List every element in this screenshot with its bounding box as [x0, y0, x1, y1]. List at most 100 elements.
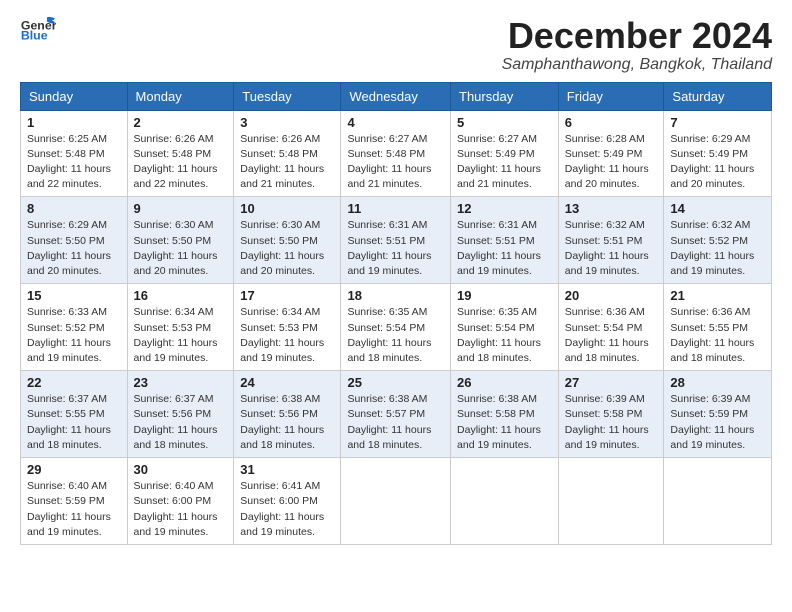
calendar-cell: 26 Sunrise: 6:38 AMSunset: 5:58 PMDaylig…: [451, 371, 559, 458]
day-detail: Sunrise: 6:38 AMSunset: 5:56 PMDaylight:…: [240, 392, 334, 453]
day-detail: Sunrise: 6:37 AMSunset: 5:56 PMDaylight:…: [134, 392, 228, 453]
calendar-cell: 25 Sunrise: 6:38 AMSunset: 5:57 PMDaylig…: [341, 371, 451, 458]
day-number: 8: [27, 201, 121, 216]
col-friday: Friday: [558, 82, 664, 110]
calendar-cell: 18 Sunrise: 6:35 AMSunset: 5:54 PMDaylig…: [341, 284, 451, 371]
day-detail: Sunrise: 6:38 AMSunset: 5:57 PMDaylight:…: [347, 392, 444, 453]
day-number: 22: [27, 375, 121, 390]
col-thursday: Thursday: [451, 82, 559, 110]
calendar-cell: 17 Sunrise: 6:34 AMSunset: 5:53 PMDaylig…: [234, 284, 341, 371]
day-number: 31: [240, 462, 334, 477]
calendar-cell: 28 Sunrise: 6:39 AMSunset: 5:59 PMDaylig…: [664, 371, 772, 458]
day-detail: Sunrise: 6:30 AMSunset: 5:50 PMDaylight:…: [240, 218, 334, 279]
day-detail: Sunrise: 6:34 AMSunset: 5:53 PMDaylight:…: [240, 305, 334, 366]
calendar-cell: 24 Sunrise: 6:38 AMSunset: 5:56 PMDaylig…: [234, 371, 341, 458]
calendar-cell: 14 Sunrise: 6:32 AMSunset: 5:52 PMDaylig…: [664, 197, 772, 284]
day-detail: Sunrise: 6:35 AMSunset: 5:54 PMDaylight:…: [347, 305, 444, 366]
calendar-cell: 22 Sunrise: 6:37 AMSunset: 5:55 PMDaylig…: [21, 371, 128, 458]
day-number: 24: [240, 375, 334, 390]
day-number: 10: [240, 201, 334, 216]
calendar-cell: 2 Sunrise: 6:26 AMSunset: 5:48 PMDayligh…: [127, 110, 234, 197]
calendar-week-row: 15 Sunrise: 6:33 AMSunset: 5:52 PMDaylig…: [21, 284, 772, 371]
calendar-cell: 13 Sunrise: 6:32 AMSunset: 5:51 PMDaylig…: [558, 197, 664, 284]
day-number: 20: [565, 288, 658, 303]
calendar-cell: [451, 458, 559, 545]
day-detail: Sunrise: 6:32 AMSunset: 5:52 PMDaylight:…: [670, 218, 765, 279]
day-detail: Sunrise: 6:26 AMSunset: 5:48 PMDaylight:…: [134, 132, 228, 193]
col-sunday: Sunday: [21, 82, 128, 110]
day-number: 30: [134, 462, 228, 477]
day-detail: Sunrise: 6:36 AMSunset: 5:55 PMDaylight:…: [670, 305, 765, 366]
day-detail: Sunrise: 6:33 AMSunset: 5:52 PMDaylight:…: [27, 305, 121, 366]
day-number: 16: [134, 288, 228, 303]
day-detail: Sunrise: 6:38 AMSunset: 5:58 PMDaylight:…: [457, 392, 552, 453]
day-number: 11: [347, 201, 444, 216]
calendar-cell: 16 Sunrise: 6:34 AMSunset: 5:53 PMDaylig…: [127, 284, 234, 371]
day-detail: Sunrise: 6:28 AMSunset: 5:49 PMDaylight:…: [565, 132, 658, 193]
day-detail: Sunrise: 6:40 AMSunset: 5:59 PMDaylight:…: [27, 479, 121, 540]
day-detail: Sunrise: 6:37 AMSunset: 5:55 PMDaylight:…: [27, 392, 121, 453]
calendar-cell: 1 Sunrise: 6:25 AMSunset: 5:48 PMDayligh…: [21, 110, 128, 197]
day-detail: Sunrise: 6:26 AMSunset: 5:48 PMDaylight:…: [240, 132, 334, 193]
logo: General Blue: [20, 16, 56, 40]
day-detail: Sunrise: 6:39 AMSunset: 5:59 PMDaylight:…: [670, 392, 765, 453]
calendar-cell: 21 Sunrise: 6:36 AMSunset: 5:55 PMDaylig…: [664, 284, 772, 371]
day-number: 18: [347, 288, 444, 303]
day-number: 13: [565, 201, 658, 216]
calendar-cell: 23 Sunrise: 6:37 AMSunset: 5:56 PMDaylig…: [127, 371, 234, 458]
day-number: 23: [134, 375, 228, 390]
calendar-cell: 6 Sunrise: 6:28 AMSunset: 5:49 PMDayligh…: [558, 110, 664, 197]
calendar-week-row: 22 Sunrise: 6:37 AMSunset: 5:55 PMDaylig…: [21, 371, 772, 458]
day-detail: Sunrise: 6:36 AMSunset: 5:54 PMDaylight:…: [565, 305, 658, 366]
svg-text:Blue: Blue: [21, 28, 48, 40]
day-detail: Sunrise: 6:29 AMSunset: 5:49 PMDaylight:…: [670, 132, 765, 193]
calendar-cell: [558, 458, 664, 545]
calendar-cell: 20 Sunrise: 6:36 AMSunset: 5:54 PMDaylig…: [558, 284, 664, 371]
calendar-cell: 30 Sunrise: 6:40 AMSunset: 6:00 PMDaylig…: [127, 458, 234, 545]
weekday-header-row: Sunday Monday Tuesday Wednesday Thursday…: [21, 82, 772, 110]
day-detail: Sunrise: 6:31 AMSunset: 5:51 PMDaylight:…: [347, 218, 444, 279]
day-number: 2: [134, 115, 228, 130]
day-number: 17: [240, 288, 334, 303]
day-detail: Sunrise: 6:34 AMSunset: 5:53 PMDaylight:…: [134, 305, 228, 366]
day-number: 28: [670, 375, 765, 390]
calendar-cell: 4 Sunrise: 6:27 AMSunset: 5:48 PMDayligh…: [341, 110, 451, 197]
calendar-cell: 11 Sunrise: 6:31 AMSunset: 5:51 PMDaylig…: [341, 197, 451, 284]
day-number: 25: [347, 375, 444, 390]
calendar-cell: 3 Sunrise: 6:26 AMSunset: 5:48 PMDayligh…: [234, 110, 341, 197]
day-number: 14: [670, 201, 765, 216]
calendar-cell: 12 Sunrise: 6:31 AMSunset: 5:51 PMDaylig…: [451, 197, 559, 284]
calendar-cell: 9 Sunrise: 6:30 AMSunset: 5:50 PMDayligh…: [127, 197, 234, 284]
calendar-cell: 8 Sunrise: 6:29 AMSunset: 5:50 PMDayligh…: [21, 197, 128, 284]
day-number: 4: [347, 115, 444, 130]
calendar-cell: 15 Sunrise: 6:33 AMSunset: 5:52 PMDaylig…: [21, 284, 128, 371]
day-number: 3: [240, 115, 334, 130]
calendar-cell: [664, 458, 772, 545]
calendar-cell: 7 Sunrise: 6:29 AMSunset: 5:49 PMDayligh…: [664, 110, 772, 197]
calendar-cell: 31 Sunrise: 6:41 AMSunset: 6:00 PMDaylig…: [234, 458, 341, 545]
calendar-week-row: 1 Sunrise: 6:25 AMSunset: 5:48 PMDayligh…: [21, 110, 772, 197]
month-title: December 2024: [502, 16, 772, 56]
calendar-table: Sunday Monday Tuesday Wednesday Thursday…: [20, 82, 772, 545]
day-detail: Sunrise: 6:31 AMSunset: 5:51 PMDaylight:…: [457, 218, 552, 279]
location: Samphanthawong, Bangkok, Thailand: [502, 56, 772, 74]
day-detail: Sunrise: 6:27 AMSunset: 5:49 PMDaylight:…: [457, 132, 552, 193]
day-detail: Sunrise: 6:39 AMSunset: 5:58 PMDaylight:…: [565, 392, 658, 453]
calendar-cell: 10 Sunrise: 6:30 AMSunset: 5:50 PMDaylig…: [234, 197, 341, 284]
day-detail: Sunrise: 6:25 AMSunset: 5:48 PMDaylight:…: [27, 132, 121, 193]
day-number: 9: [134, 201, 228, 216]
day-detail: Sunrise: 6:35 AMSunset: 5:54 PMDaylight:…: [457, 305, 552, 366]
logo-icon: General Blue: [20, 16, 56, 40]
title-block: December 2024 Samphanthawong, Bangkok, T…: [502, 16, 772, 74]
day-number: 1: [27, 115, 121, 130]
calendar-week-row: 8 Sunrise: 6:29 AMSunset: 5:50 PMDayligh…: [21, 197, 772, 284]
calendar-cell: [341, 458, 451, 545]
calendar-cell: 19 Sunrise: 6:35 AMSunset: 5:54 PMDaylig…: [451, 284, 559, 371]
day-detail: Sunrise: 6:30 AMSunset: 5:50 PMDaylight:…: [134, 218, 228, 279]
calendar-cell: 5 Sunrise: 6:27 AMSunset: 5:49 PMDayligh…: [451, 110, 559, 197]
day-number: 19: [457, 288, 552, 303]
col-tuesday: Tuesday: [234, 82, 341, 110]
day-number: 15: [27, 288, 121, 303]
col-monday: Monday: [127, 82, 234, 110]
day-number: 29: [27, 462, 121, 477]
